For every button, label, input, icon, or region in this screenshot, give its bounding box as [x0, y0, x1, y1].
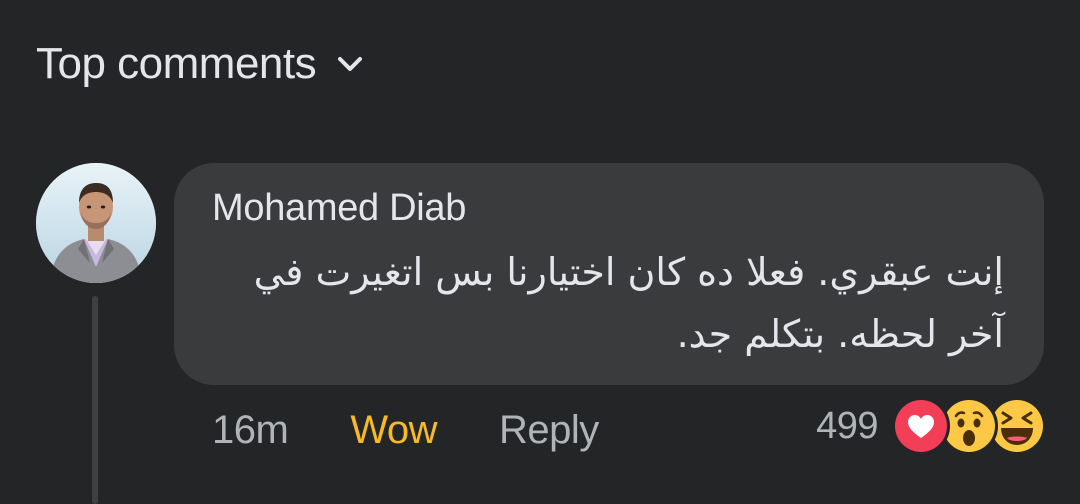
comment-timestamp[interactable]: 16m — [212, 408, 289, 453]
sort-label: Top comments — [36, 39, 317, 88]
reply-thread-line — [92, 296, 98, 504]
reaction-summary[interactable]: 499 — [816, 397, 1046, 455]
comment-bubble: Mohamed Diab إنت عبقري. فعلا ده كان اختي… — [174, 163, 1044, 385]
chevron-down-icon — [336, 50, 364, 78]
reply-button[interactable]: Reply — [499, 408, 599, 453]
comment-actions: 16m Wow Reply — [212, 404, 599, 456]
react-button[interactable]: Wow — [350, 408, 437, 453]
love-icon — [892, 397, 950, 455]
reaction-count: 499 — [816, 404, 878, 447]
avatar[interactable] — [36, 163, 156, 283]
comment-sort-dropdown[interactable]: Top comments — [36, 38, 364, 90]
comment-author[interactable]: Mohamed Diab — [212, 187, 466, 230]
reaction-icons — [892, 397, 1046, 455]
comment-text: إنت عبقري. فعلا ده كان اختيارنا بس اتغير… — [253, 250, 1004, 356]
